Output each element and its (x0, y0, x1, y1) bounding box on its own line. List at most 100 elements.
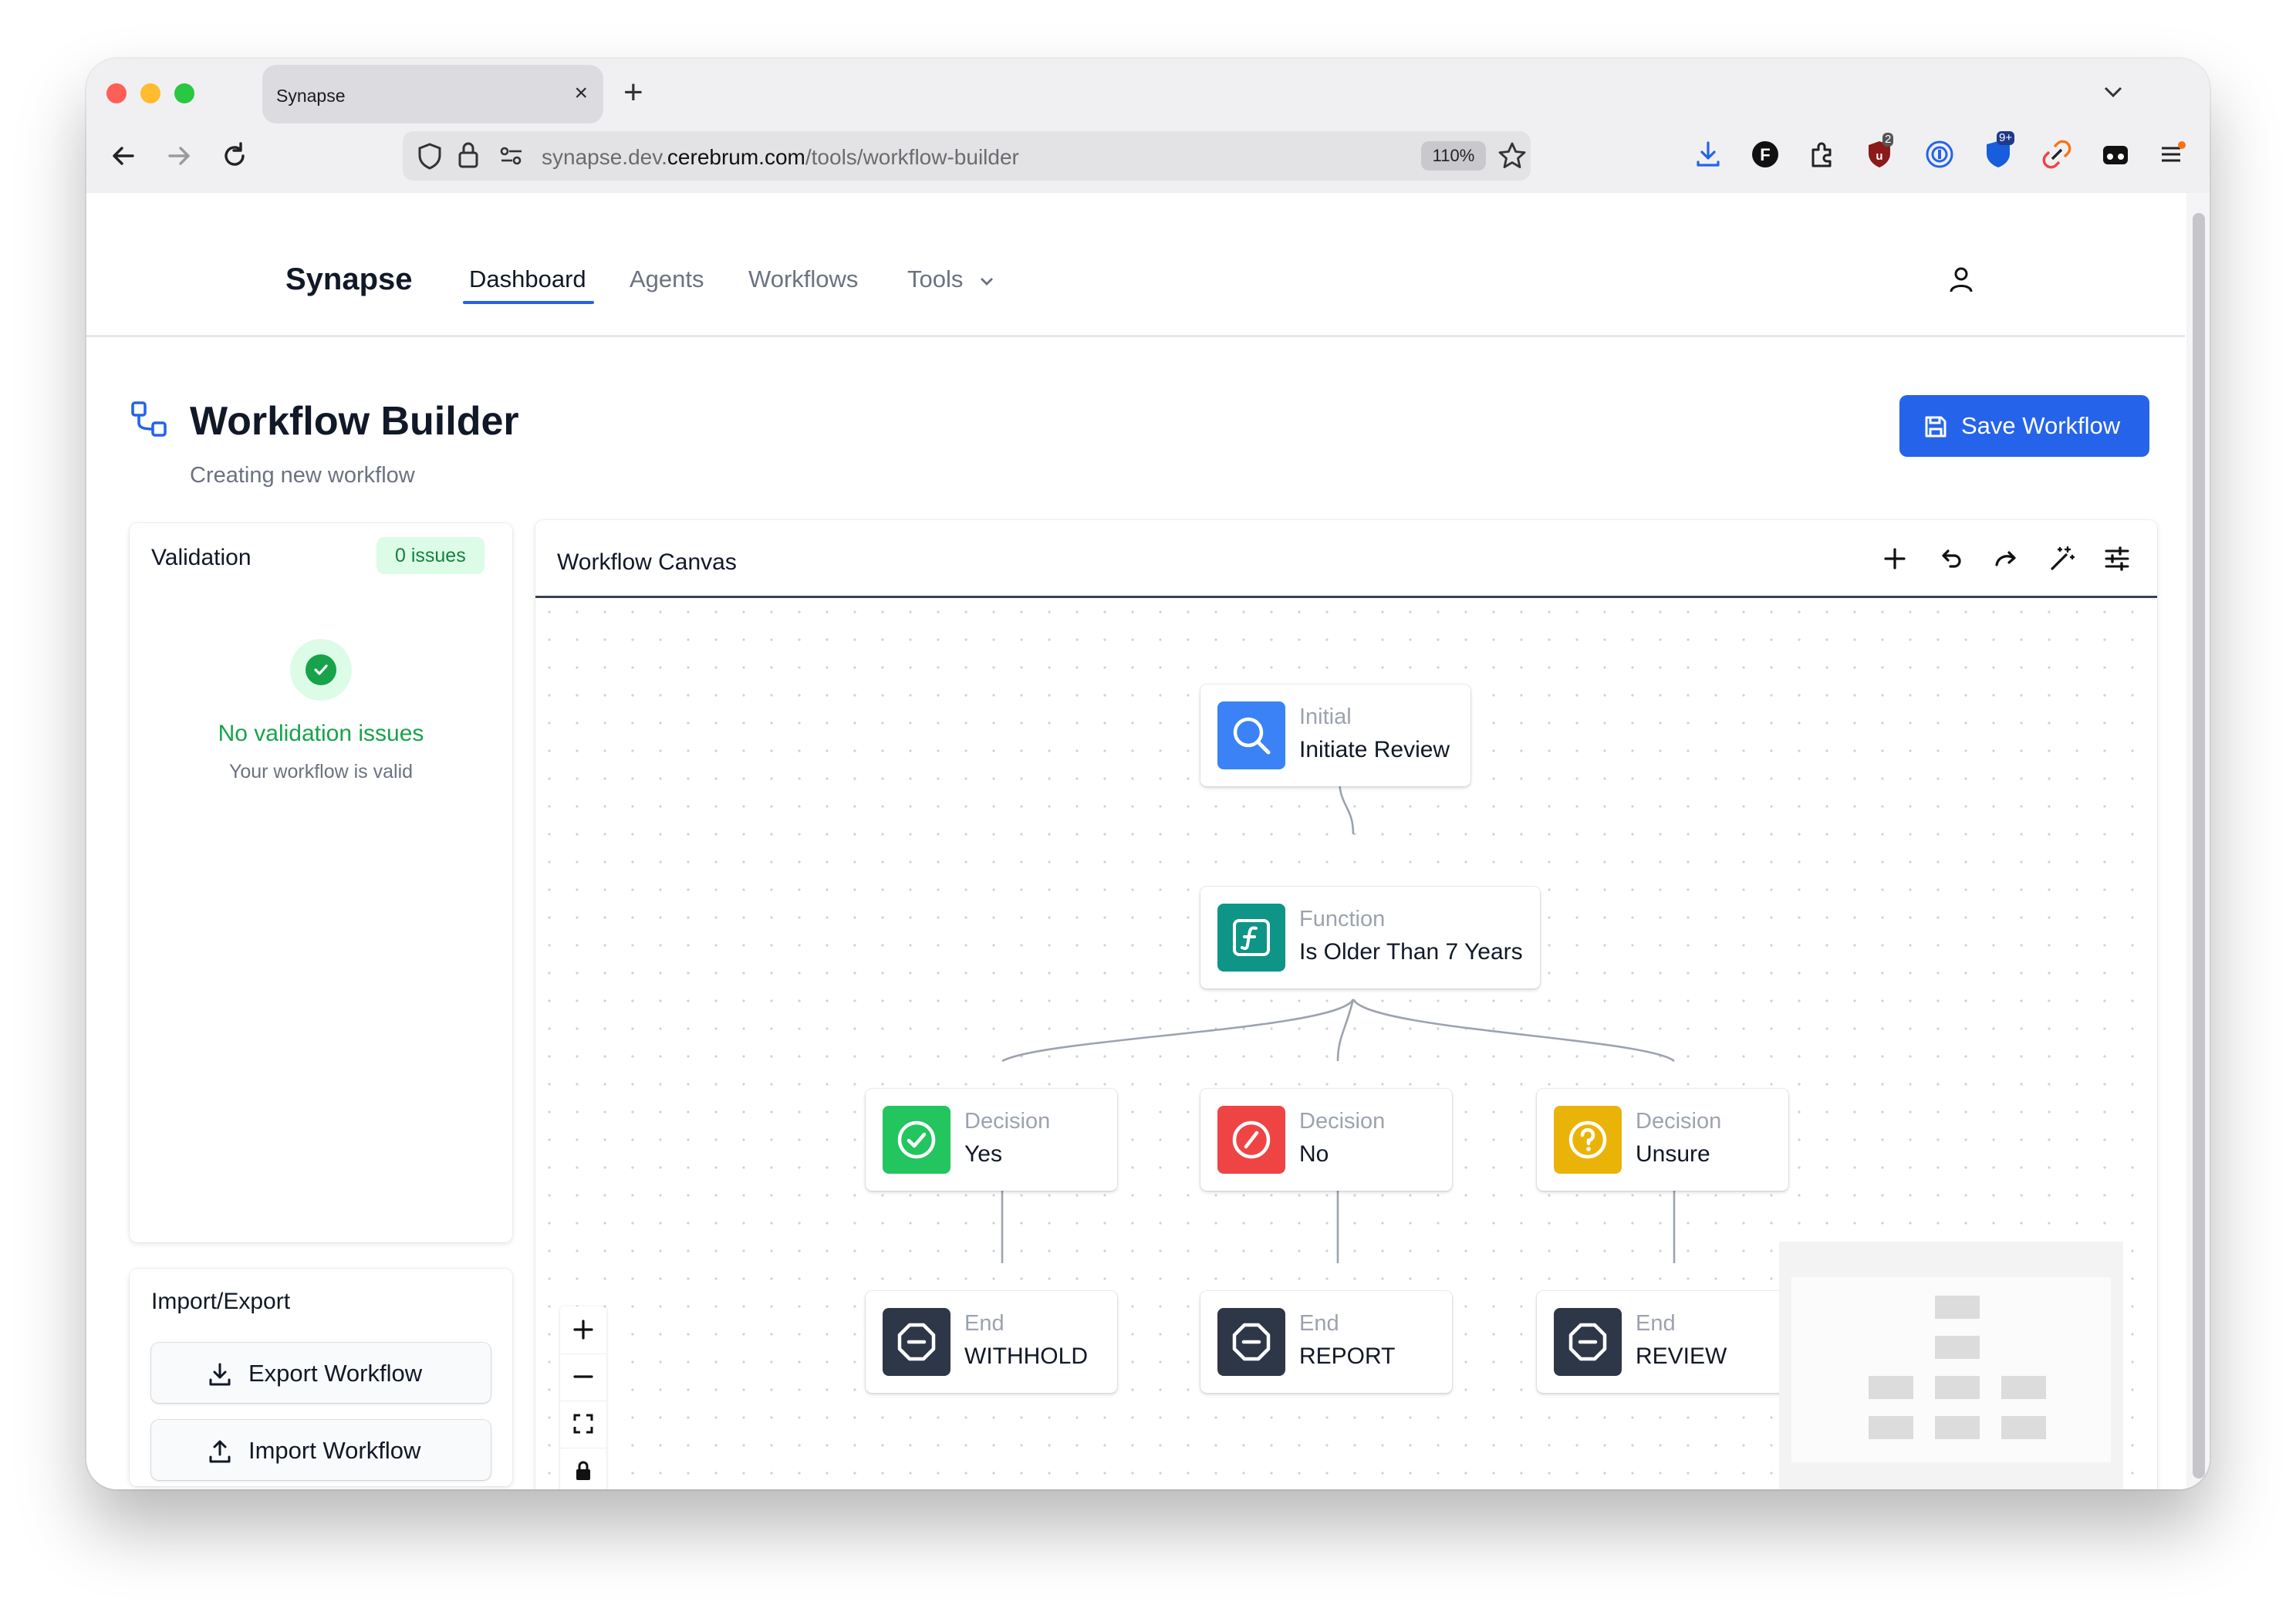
nav-agents[interactable]: Agents (630, 265, 704, 293)
minimap-node (1935, 1296, 1980, 1319)
download-icon[interactable] (1693, 139, 1724, 170)
export-workflow-button[interactable]: Export Workflow (151, 1343, 491, 1403)
import-workflow-button[interactable]: Import Workflow (151, 1420, 491, 1480)
node-icon-box (1554, 1106, 1622, 1174)
sliders-icon[interactable] (2102, 543, 2132, 574)
node-type: Decision (1299, 1109, 1386, 1134)
minimize-window-button[interactable] (140, 83, 160, 103)
reload-icon[interactable] (219, 140, 250, 171)
canvas-area[interactable]: Initial Initiate Review Function Is Olde… (535, 598, 2157, 1489)
import-export-panel: Import/Export Export Workflow Import Wor… (130, 1269, 512, 1486)
lock-canvas-button[interactable] (560, 1448, 606, 1489)
tab-title: Synapse (276, 86, 346, 106)
import-workflow-label: Import Workflow (248, 1437, 421, 1464)
fit-view-icon (573, 1414, 593, 1434)
fit-view-button[interactable] (560, 1401, 606, 1448)
node-icon-box (883, 1308, 950, 1376)
nav-active-underline (463, 301, 594, 304)
node-decision-unsure[interactable]: Decision Unsure (1537, 1089, 1788, 1191)
scrollbar[interactable] (2186, 193, 2210, 1489)
node-type: End (1636, 1311, 1676, 1336)
shield-icon[interactable] (417, 142, 443, 170)
node-type: Decision (964, 1109, 1051, 1134)
node-end-withhold[interactable]: End WITHHOLD (866, 1291, 1117, 1393)
function-icon (1233, 919, 1270, 956)
tab-close-icon[interactable]: × (574, 79, 588, 108)
issues-badge: 0 issues (376, 537, 485, 574)
slash-circle-icon (1232, 1120, 1271, 1159)
minimap-node (1935, 1376, 1980, 1399)
chevron-down-icon (981, 277, 993, 286)
redo-icon[interactable] (1990, 543, 2021, 574)
ublock-badge: 2 (1882, 133, 1894, 147)
edge-initial-function (1338, 778, 1355, 835)
zoom-level[interactable]: 110% (1421, 141, 1486, 171)
zoom-controls (560, 1306, 606, 1489)
scrollbar-thumb[interactable] (2193, 213, 2205, 1479)
check-icon (314, 664, 328, 675)
nav-workflows[interactable]: Workflows (748, 265, 858, 293)
maximize-window-button[interactable] (174, 83, 194, 103)
mask-extension-icon[interactable] (2100, 139, 2131, 170)
f-extension-icon[interactable]: F (1750, 139, 1781, 170)
password-manager-icon[interactable] (1924, 139, 1955, 170)
undo-icon[interactable] (1935, 543, 1966, 574)
browser-tab[interactable]: Synapse × (262, 65, 603, 123)
browser-chrome: Synapse × + synapse.dev.cerebrum.com/too… (86, 59, 2210, 193)
node-end-review[interactable]: End REVIEW (1537, 1291, 1788, 1393)
back-icon[interactable] (108, 140, 139, 171)
link-extension-icon[interactable] (2041, 139, 2072, 170)
validation-title: Validation (151, 545, 252, 570)
user-icon[interactable] (1946, 264, 1977, 295)
node-type: Initial (1299, 705, 1352, 729)
header-divider (86, 335, 2185, 337)
close-window-button[interactable] (106, 83, 127, 103)
chevron-down-icon[interactable] (2102, 80, 2125, 103)
node-function[interactable]: Function Is Older Than 7 Years (1200, 887, 1540, 989)
validation-status-subtitle: Your workflow is valid (228, 761, 414, 782)
node-label: Is Older Than 7 Years (1299, 939, 1523, 965)
node-end-report[interactable]: End REPORT (1200, 1291, 1452, 1393)
site-settings-icon[interactable] (498, 145, 525, 167)
puzzle-extension-icon[interactable] (1807, 139, 1838, 170)
nav-dashboard[interactable]: Dashboard (469, 265, 586, 293)
node-label: No (1299, 1141, 1329, 1167)
address-bar[interactable]: synapse.dev.cerebrum.com/tools/workflow-… (403, 131, 1531, 181)
lock-icon[interactable] (457, 140, 480, 170)
menu-icon[interactable] (2157, 139, 2188, 170)
minimap[interactable] (1779, 1242, 2123, 1489)
edge-function-unsure (1352, 999, 1675, 1063)
minimap-node (2001, 1416, 2046, 1439)
forward-icon[interactable] (164, 140, 194, 171)
minimap-node (1935, 1416, 1980, 1439)
zoom-in-button[interactable] (560, 1306, 606, 1354)
brand-logo[interactable]: Synapse (285, 262, 413, 297)
node-icon-box (1217, 1308, 1285, 1376)
minimap-node (1869, 1376, 1913, 1399)
validation-status-title: No validation issues (218, 721, 424, 746)
workflow-canvas-panel: Workflow Canvas Initial Initiate Review … (535, 520, 2157, 1489)
page-title: Workflow Builder (190, 399, 519, 444)
url-text: synapse.dev.cerebrum.com/tools/workflow-… (542, 145, 1019, 169)
import-export-title: Import/Export (151, 1289, 291, 1314)
nav-tools[interactable]: Tools (907, 265, 996, 293)
zoom-out-button[interactable] (560, 1354, 606, 1401)
bookmark-star-icon[interactable] (1497, 140, 1528, 171)
node-type: End (964, 1311, 1004, 1336)
minimap-viewport (1791, 1277, 2111, 1462)
lock-icon (576, 1461, 590, 1480)
node-initial[interactable]: Initial Initiate Review (1200, 684, 1470, 786)
search-icon (1233, 717, 1271, 755)
svg-text:F: F (1760, 145, 1770, 164)
node-icon-box (1217, 701, 1285, 769)
success-status (290, 639, 352, 701)
node-decision-yes[interactable]: Decision Yes (866, 1089, 1117, 1191)
bitwarden-badge: 9+ (1997, 131, 2015, 145)
magic-wand-icon[interactable] (2046, 543, 2077, 574)
plus-icon[interactable] (1879, 543, 1910, 574)
page-subtitle: Creating new workflow (190, 463, 415, 488)
save-workflow-button[interactable]: Save Workflow (1899, 395, 2149, 457)
node-decision-no[interactable]: Decision No (1200, 1089, 1452, 1191)
new-tab-button[interactable]: + (623, 76, 643, 110)
node-type: Decision (1636, 1109, 1722, 1134)
